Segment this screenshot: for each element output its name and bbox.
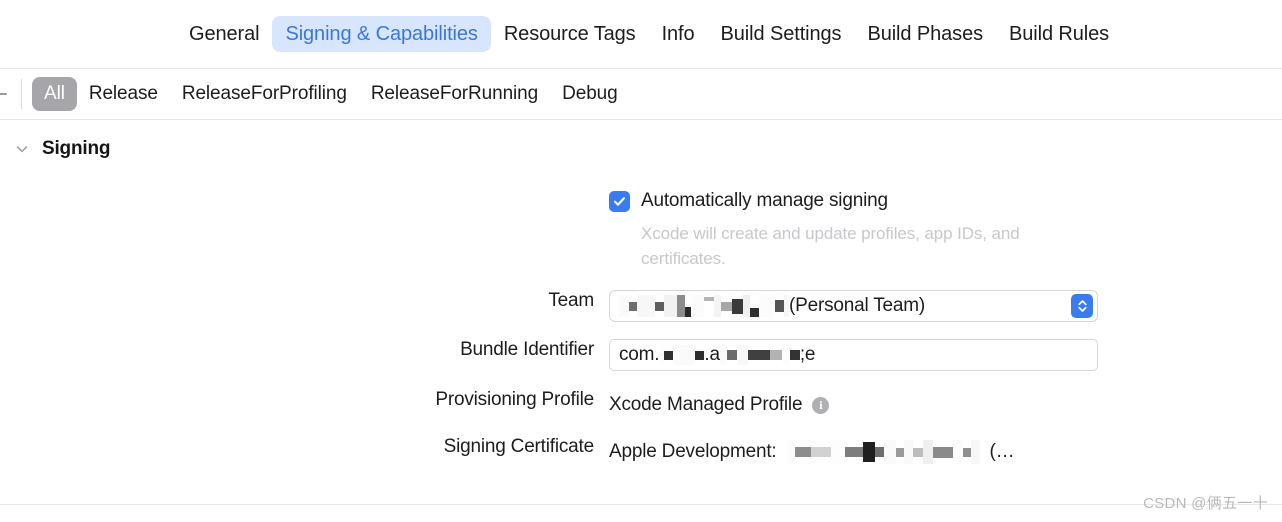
signing-certificate-label: Signing Certificate bbox=[443, 436, 595, 457]
team-value-suffix: (Personal Team) bbox=[789, 295, 926, 316]
team-field-column: (Personal Team) bbox=[609, 290, 1098, 322]
tab-signing-and-capabilities[interactable]: Signing & Capabilities bbox=[272, 16, 491, 52]
config-filter-debug[interactable]: Debug bbox=[550, 77, 630, 111]
checkbox-checked-icon[interactable] bbox=[609, 190, 630, 212]
row-bundle-identifier: Bundle Identifier com. .a ;e bbox=[0, 339, 1282, 371]
config-filter-releaseforprofiling[interactable]: ReleaseForProfiling bbox=[170, 77, 359, 111]
section-title-signing: Signing bbox=[42, 138, 111, 159]
provisioning-profile-label: Provisioning Profile bbox=[435, 389, 594, 410]
toolbar-divider bbox=[21, 79, 22, 109]
signing-certificate-value-row: Apple Development: (… bbox=[609, 436, 1015, 468]
configuration-segment-list: All Release ReleaseForProfiling ReleaseF… bbox=[32, 77, 630, 111]
tab-list: General Signing & Capabilities Resource … bbox=[176, 16, 1122, 52]
tab-info[interactable]: Info bbox=[649, 16, 708, 52]
redacted-bundle-identifier-part-1 bbox=[659, 344, 705, 366]
watermark: CSDN @俩五一十 bbox=[1143, 495, 1268, 512]
bundle-identifier-suffix: ;e bbox=[799, 344, 816, 365]
chevron-up-down-icon[interactable] bbox=[1071, 294, 1093, 318]
signing-certificate-field-column: Apple Development: (… bbox=[609, 436, 1015, 468]
team-label: Team bbox=[548, 290, 594, 311]
signing-certificate-prefix: Apple Development: bbox=[609, 441, 777, 462]
bundle-identifier-prefix: com. bbox=[619, 344, 660, 365]
configuration-filter-bar: All Release ReleaseForProfiling ReleaseF… bbox=[0, 69, 1282, 120]
project-editor-tab-bar: General Signing & Capabilities Resource … bbox=[0, 0, 1282, 69]
config-filter-all[interactable]: All bbox=[32, 77, 77, 111]
tab-build-phases[interactable]: Build Phases bbox=[854, 16, 996, 52]
automatically-manage-signing-label: Automatically manage signing bbox=[641, 190, 888, 211]
row-automatically-manage-signing: Automatically manage signing Xcode will … bbox=[0, 190, 1282, 271]
config-filter-releaseforrunning[interactable]: ReleaseForRunning bbox=[359, 77, 550, 111]
provisioning-profile-value: Xcode Managed Profile bbox=[609, 394, 803, 415]
signing-section-header[interactable]: Signing bbox=[0, 138, 110, 160]
bundle-identifier-label: Bundle Identifier bbox=[460, 339, 594, 360]
auto-manage-field-column: Automatically manage signing Xcode will … bbox=[609, 190, 1101, 271]
redacted-signing-certificate bbox=[786, 440, 980, 464]
automatically-manage-signing-help-text: Xcode will create and update profiles, a… bbox=[641, 224, 1020, 268]
bundle-identifier-mid: .a bbox=[704, 344, 720, 365]
signing-certificate-suffix: (… bbox=[989, 441, 1015, 462]
tab-general[interactable]: General bbox=[176, 16, 272, 52]
bottom-separator bbox=[0, 504, 1282, 505]
bundle-identifier-input[interactable]: com. .a ;e bbox=[609, 339, 1098, 371]
chevron-down-icon[interactable] bbox=[15, 142, 29, 156]
bundle-identifier-value: com. .a ;e bbox=[619, 344, 815, 366]
automatically-manage-signing-checkbox-row[interactable]: Automatically manage signing bbox=[609, 190, 1101, 212]
info-circle-icon[interactable]: i bbox=[812, 396, 830, 414]
tab-resource-tags[interactable]: Resource Tags bbox=[491, 16, 649, 52]
tab-build-rules[interactable]: Build Rules bbox=[996, 16, 1122, 52]
row-signing-certificate: Signing Certificate Apple Development: (… bbox=[0, 436, 1282, 468]
redacted-bundle-identifier-part-2 bbox=[719, 344, 800, 366]
minus-icon[interactable] bbox=[0, 93, 7, 95]
provisioning-profile-field-column: Xcode Managed Profile i bbox=[609, 389, 830, 421]
config-filter-release[interactable]: Release bbox=[77, 77, 170, 111]
provisioning-profile-value-row: Xcode Managed Profile i bbox=[609, 389, 830, 421]
row-team: Team (Personal Team) bbox=[0, 290, 1282, 322]
team-popup-button[interactable]: (Personal Team) bbox=[609, 290, 1098, 322]
bundle-identifier-field-column: com. .a ;e bbox=[609, 339, 1098, 371]
team-value: (Personal Team) bbox=[619, 295, 925, 317]
redacted-team-name bbox=[619, 295, 789, 317]
row-provisioning-profile: Provisioning Profile Xcode Managed Profi… bbox=[0, 389, 1282, 421]
tab-build-settings[interactable]: Build Settings bbox=[708, 16, 855, 52]
